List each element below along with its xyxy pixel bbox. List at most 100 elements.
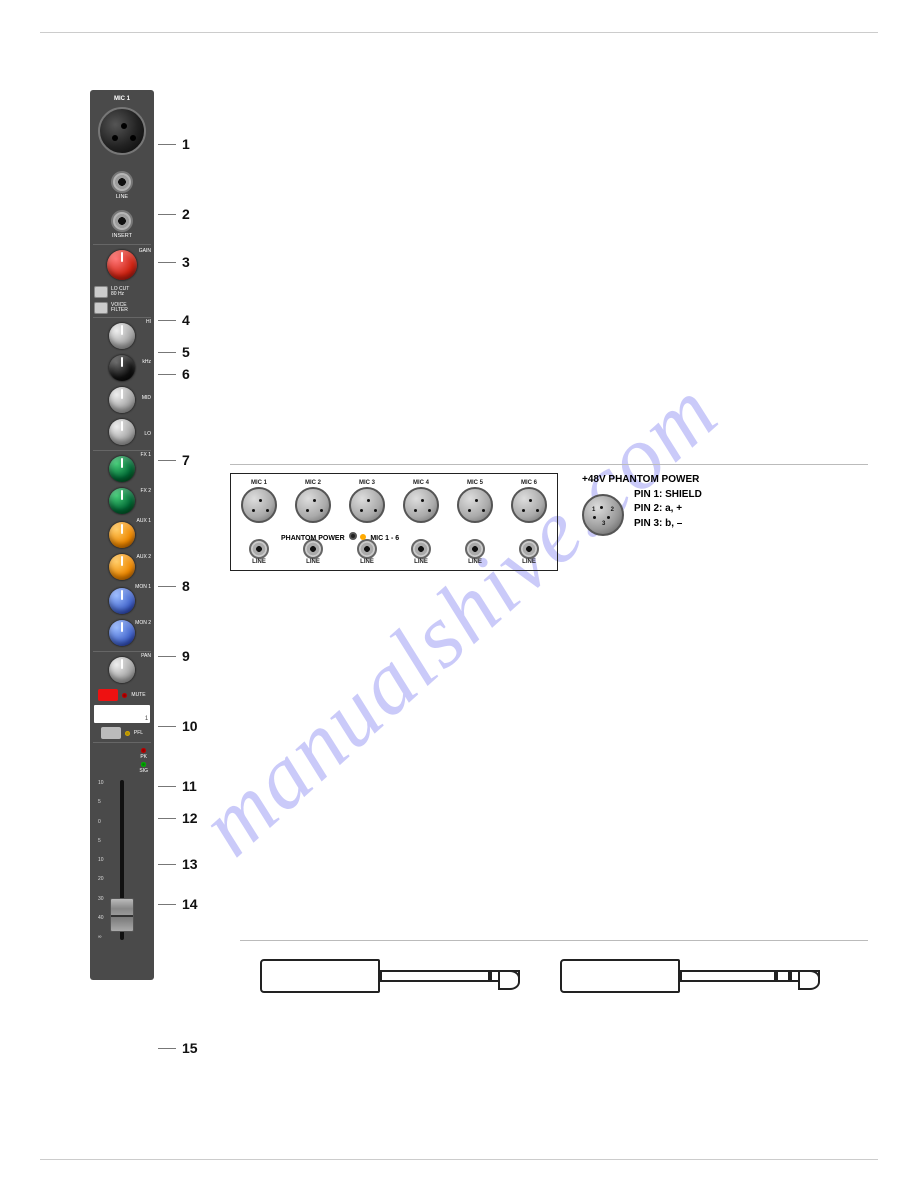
- mic-label: MIC 4: [413, 480, 429, 486]
- channel-number: 1: [145, 716, 148, 722]
- fx2-knob[interactable]: [109, 488, 135, 514]
- pfl-row: PFL: [90, 725, 154, 741]
- pin1-text: PIN 1: SHIELD: [634, 488, 702, 503]
- callout-5: 5: [158, 344, 190, 360]
- fader-tick: ∞: [98, 934, 104, 940]
- pan-section: PAN: [90, 653, 154, 687]
- callout-9: 9: [158, 648, 190, 664]
- fx2-label: FX 2: [140, 488, 151, 494]
- peak-led: [141, 748, 146, 753]
- aux-section: AUX 1 AUX 2: [90, 518, 154, 584]
- phantom-button-icon: [349, 532, 357, 540]
- jacks-panel: [240, 940, 868, 999]
- mute-led: [122, 693, 127, 698]
- gain-section: GAIN: [90, 246, 154, 284]
- eq-hi-knob[interactable]: [109, 323, 135, 349]
- fader-scale: 10 5 0 5 10 20 30 40 ∞: [98, 780, 104, 940]
- fader-tick: 10: [98, 857, 104, 863]
- fader-tick: 5: [98, 838, 104, 844]
- gain-knob[interactable]: [107, 250, 137, 280]
- phantom-led-icon: [360, 534, 366, 540]
- mon2-knob[interactable]: [109, 620, 135, 646]
- fx1-knob[interactable]: [109, 456, 135, 482]
- phantom-title: +48V PHANTOM POWER: [582, 473, 702, 488]
- callout-3: 3: [158, 254, 190, 270]
- mic2-cell: MIC 2 LINE: [289, 480, 337, 566]
- mic-xlr-icon: [241, 487, 277, 523]
- voice-filter-button[interactable]: [94, 302, 108, 314]
- callout-14: 14: [158, 896, 198, 912]
- insert-section: INSERT: [90, 204, 154, 243]
- mic-xlr-icon: [511, 487, 547, 523]
- line-section: LINE: [90, 159, 154, 204]
- mic1-cell: MIC 1 LINE: [235, 480, 283, 566]
- fx-section: FX 1 FX 2: [90, 452, 154, 518]
- callout-2: 2: [158, 206, 190, 222]
- mic-xlr-input[interactable]: [98, 107, 146, 155]
- ts-plug-icon: [260, 959, 520, 999]
- fader-tick: 5: [98, 799, 104, 805]
- aux1-label: AUX 1: [137, 518, 151, 524]
- line-jack-icon: [519, 539, 539, 559]
- callout-15: 15: [158, 1040, 198, 1056]
- mic-label: MIC 6: [521, 480, 537, 486]
- line-label: LINE: [414, 559, 428, 565]
- mon-section: MON 1 MON 2: [90, 584, 154, 650]
- callout-7: 7: [158, 452, 190, 468]
- trs-plug-icon: [560, 959, 820, 999]
- line-label: LINE: [116, 194, 128, 200]
- pan-label: PAN: [141, 653, 151, 659]
- mon1-knob[interactable]: [109, 588, 135, 614]
- pan-knob[interactable]: [109, 657, 135, 683]
- callout-4: 4: [158, 312, 190, 328]
- locut-row: LO CUT 80 Hz: [90, 284, 154, 300]
- mic-label: MIC 3: [359, 480, 375, 486]
- divider: [93, 450, 151, 451]
- mic-label: MIC 5: [467, 480, 483, 486]
- insert-jack[interactable]: [111, 210, 133, 232]
- fader-section: 10 5 0 5 10 20 30 40 ∞: [90, 774, 154, 974]
- mute-button[interactable]: [98, 689, 118, 701]
- gain-label: GAIN: [139, 248, 151, 254]
- voice-row: VOICE FILTER: [90, 300, 154, 316]
- eq-lo-label: LO: [144, 431, 151, 437]
- eq-freq-knob[interactable]: [109, 355, 135, 381]
- line-jack-icon: [411, 539, 431, 559]
- eq-lo-knob[interactable]: [109, 419, 135, 445]
- mute-row: MUTE: [90, 687, 154, 703]
- line-label: LINE: [468, 559, 482, 565]
- callout-6: 6: [158, 366, 190, 382]
- line-input-jack[interactable]: [111, 171, 133, 193]
- mic5-cell: MIC 5 LINE: [451, 480, 499, 566]
- fader-tick: 40: [98, 915, 104, 921]
- mic-xlr-icon: [457, 487, 493, 523]
- divider: [93, 317, 151, 318]
- pinout-xlr-icon: 1 2 3: [582, 494, 624, 536]
- pfl-led: [125, 731, 130, 736]
- aux1-knob[interactable]: [109, 522, 135, 548]
- locut-freq: 80 Hz: [111, 292, 129, 297]
- pfl-button[interactable]: [101, 727, 121, 739]
- eq-mid-knob[interactable]: [109, 387, 135, 413]
- fader-tick: 30: [98, 896, 104, 902]
- channel-strip: MIC 1 LINE INSERT GAIN LO CUT 80 Hz VOIC…: [90, 90, 154, 980]
- diagram-rule: [230, 464, 868, 465]
- write-strip: 1: [94, 705, 150, 723]
- aux2-knob[interactable]: [109, 554, 135, 580]
- fader-tick: 20: [98, 876, 104, 882]
- eq-hi-label: HI: [146, 319, 151, 325]
- line-jack-icon: [357, 539, 377, 559]
- watermark-text: manualshive.com: [180, 360, 737, 876]
- mon2-label: MON 2: [135, 620, 151, 626]
- page-rule-top: [40, 32, 878, 33]
- mic4-cell: MIC 4 LINE: [397, 480, 445, 566]
- mic-label: MIC 2: [305, 480, 321, 486]
- line-label: LINE: [306, 559, 320, 565]
- pfl-label: PFL: [134, 731, 143, 736]
- mic-label: MIC 1: [251, 480, 267, 486]
- divider: [93, 742, 151, 743]
- fader-cap[interactable]: [110, 898, 134, 932]
- aux2-label: AUX 2: [137, 554, 151, 560]
- pinout-block: +48V PHANTOM POWER 1 2 3 PIN 1: SHIELD P…: [582, 473, 702, 542]
- locut-button[interactable]: [94, 286, 108, 298]
